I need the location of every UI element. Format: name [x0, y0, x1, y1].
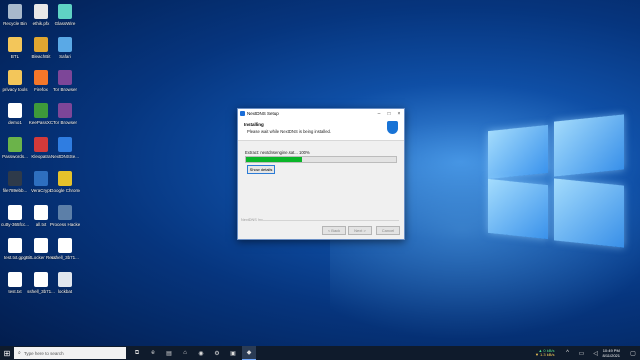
document-icon [34, 272, 48, 287]
settings-icon[interactable]: ⚙ [210, 346, 224, 360]
certificate-icon [34, 4, 48, 19]
dialog-titlebar[interactable]: NextDNS Setup – □ × [238, 109, 404, 118]
footer-divider [258, 220, 399, 221]
desktop-icon[interactable]: GlassWire [50, 4, 80, 26]
gpg-file-icon [8, 238, 22, 253]
desktop-icon[interactable]: Safari [50, 37, 80, 59]
installer-dialog: NextDNS Setup – □ × Installing Please wa… [237, 108, 405, 240]
gpg-file-icon [58, 238, 72, 253]
windows-logo-pane [488, 178, 548, 240]
tor-browser-icon [58, 103, 72, 118]
clock-date: 8/11/2021 [602, 353, 621, 358]
desktop-icon-label: NextDNSSe... [50, 154, 79, 159]
folder-icon [8, 70, 22, 85]
desktop-icon-label: Google Chrome [50, 188, 80, 193]
next-button[interactable]: Next > [348, 226, 372, 235]
start-button[interactable]: ⊞ [0, 346, 14, 360]
chrome-icon [58, 171, 72, 186]
kleopatra-icon [34, 137, 48, 152]
install-progress-bar [245, 156, 397, 163]
progress-fill [246, 157, 302, 162]
chevron-up-icon[interactable]: ^ [561, 346, 575, 360]
desktop-icon-label: Tor Browser [52, 120, 77, 125]
install-subheading: Please wait while NextDNS is being insta… [247, 129, 332, 134]
desktop-icon[interactable]: Tor Browser [50, 103, 80, 125]
task-view-icon[interactable]: ⧉ [130, 346, 144, 360]
store-icon[interactable]: ⌂ [178, 346, 192, 360]
photos-icon[interactable]: ▣ [226, 346, 240, 360]
dialog-title: NextDNS Setup [247, 111, 279, 116]
desktop-icon[interactable]: NextDNSSe... [50, 137, 80, 159]
bleachbit-icon [34, 37, 48, 52]
desktop-icon-label: Process Hacker 2 [50, 222, 80, 227]
firefox-icon[interactable]: ◉ [194, 346, 208, 360]
windows-logo-pane [554, 114, 624, 177]
taskbar-apps: ⧉ e ▤ ⌂ ◉ ⚙ ▣ ◆ [126, 346, 256, 360]
dialog-body: Extract: nextdnsengine.sat... 100% Show … [238, 141, 404, 221]
close-icon[interactable]: × [394, 111, 404, 117]
nextdns-icon [58, 137, 72, 152]
firefox-icon [34, 70, 48, 85]
nextdns-setup-icon[interactable]: ◆ [242, 346, 256, 360]
dialog-header: Installing Please wait while NextDNS is … [238, 118, 404, 141]
edge-icon[interactable]: e [146, 346, 160, 360]
maximize-icon[interactable]: □ [384, 111, 394, 117]
desktop-icon[interactable]: lockbat [50, 272, 80, 294]
file-explorer-icon[interactable]: ▤ [162, 346, 176, 360]
windows-logo-pane [488, 124, 548, 180]
desktop-icon-label: Tor Browser [52, 87, 77, 92]
desktop-icon-label: GlassWire [54, 21, 76, 26]
text-file-icon [34, 205, 48, 220]
show-details-button[interactable]: Show details [247, 165, 275, 174]
tor-browser-icon [58, 70, 72, 85]
document-icon [8, 103, 22, 118]
glasswire-icon [58, 4, 72, 19]
windows-logo-pane [554, 178, 624, 248]
system-tray: ▲ 0 kB/s ▼ 1.3 kB/s ^ ▭ ◁ 10:49 PM 8/11/… [535, 346, 640, 360]
volume-icon[interactable]: ◁ [589, 346, 603, 360]
desktop-icon[interactable]: Process Hacker 2 [50, 205, 80, 227]
net-download: ▼ 1.3 kB/s [534, 352, 555, 357]
text-file-icon [34, 238, 48, 253]
batch-file-icon [58, 272, 72, 287]
document-icon [8, 205, 22, 220]
desktop-icon[interactable]: sshell_3b71... [50, 238, 80, 260]
extract-status: Extract: nextdnsengine.sat... 100% [245, 150, 310, 155]
passwords-icon [8, 137, 22, 152]
veracrypt-icon [34, 171, 48, 186]
file-icon [8, 171, 22, 186]
desktop-icon-label: sshell_3b71... [51, 255, 79, 260]
desktop-icon[interactable]: Tor Browser [50, 70, 80, 92]
desktop-icon-label: Safari [59, 54, 71, 59]
back-button[interactable]: < Back [322, 226, 346, 235]
nextdns-app-icon [240, 111, 245, 116]
search-placeholder: Type here to search [23, 350, 64, 356]
network-speed: ▲ 0 kB/s ▼ 1.3 kB/s [534, 348, 555, 358]
search-box[interactable]: ⌕ Type here to search [14, 347, 126, 359]
shield-icon [387, 121, 398, 134]
notification-icon[interactable]: ▢ [626, 346, 640, 360]
clock[interactable]: 10:49 PM 8/11/2021 [603, 348, 621, 358]
cancel-button[interactable]: Cancel [376, 226, 400, 235]
text-file-icon [8, 272, 22, 287]
install-heading: Installing [244, 122, 264, 127]
process-hacker-icon [58, 205, 72, 220]
network-icon[interactable]: ▭ [575, 346, 589, 360]
folder-icon [8, 37, 22, 52]
recycle-bin-icon [8, 4, 22, 19]
desktop-icon[interactable]: Google Chrome [50, 171, 80, 193]
taskbar: ⊞ ⌕ Type here to search ⧉ e ▤ ⌂ ◉ ⚙ ▣ ◆ ▲ 0 kB/… [0, 346, 640, 360]
keepassxc-icon [34, 103, 48, 118]
search-icon: ⌕ [18, 350, 21, 356]
safari-icon [58, 37, 72, 52]
minimize-icon[interactable]: – [374, 111, 384, 117]
desktop-icon-label: lockbat [57, 289, 73, 294]
